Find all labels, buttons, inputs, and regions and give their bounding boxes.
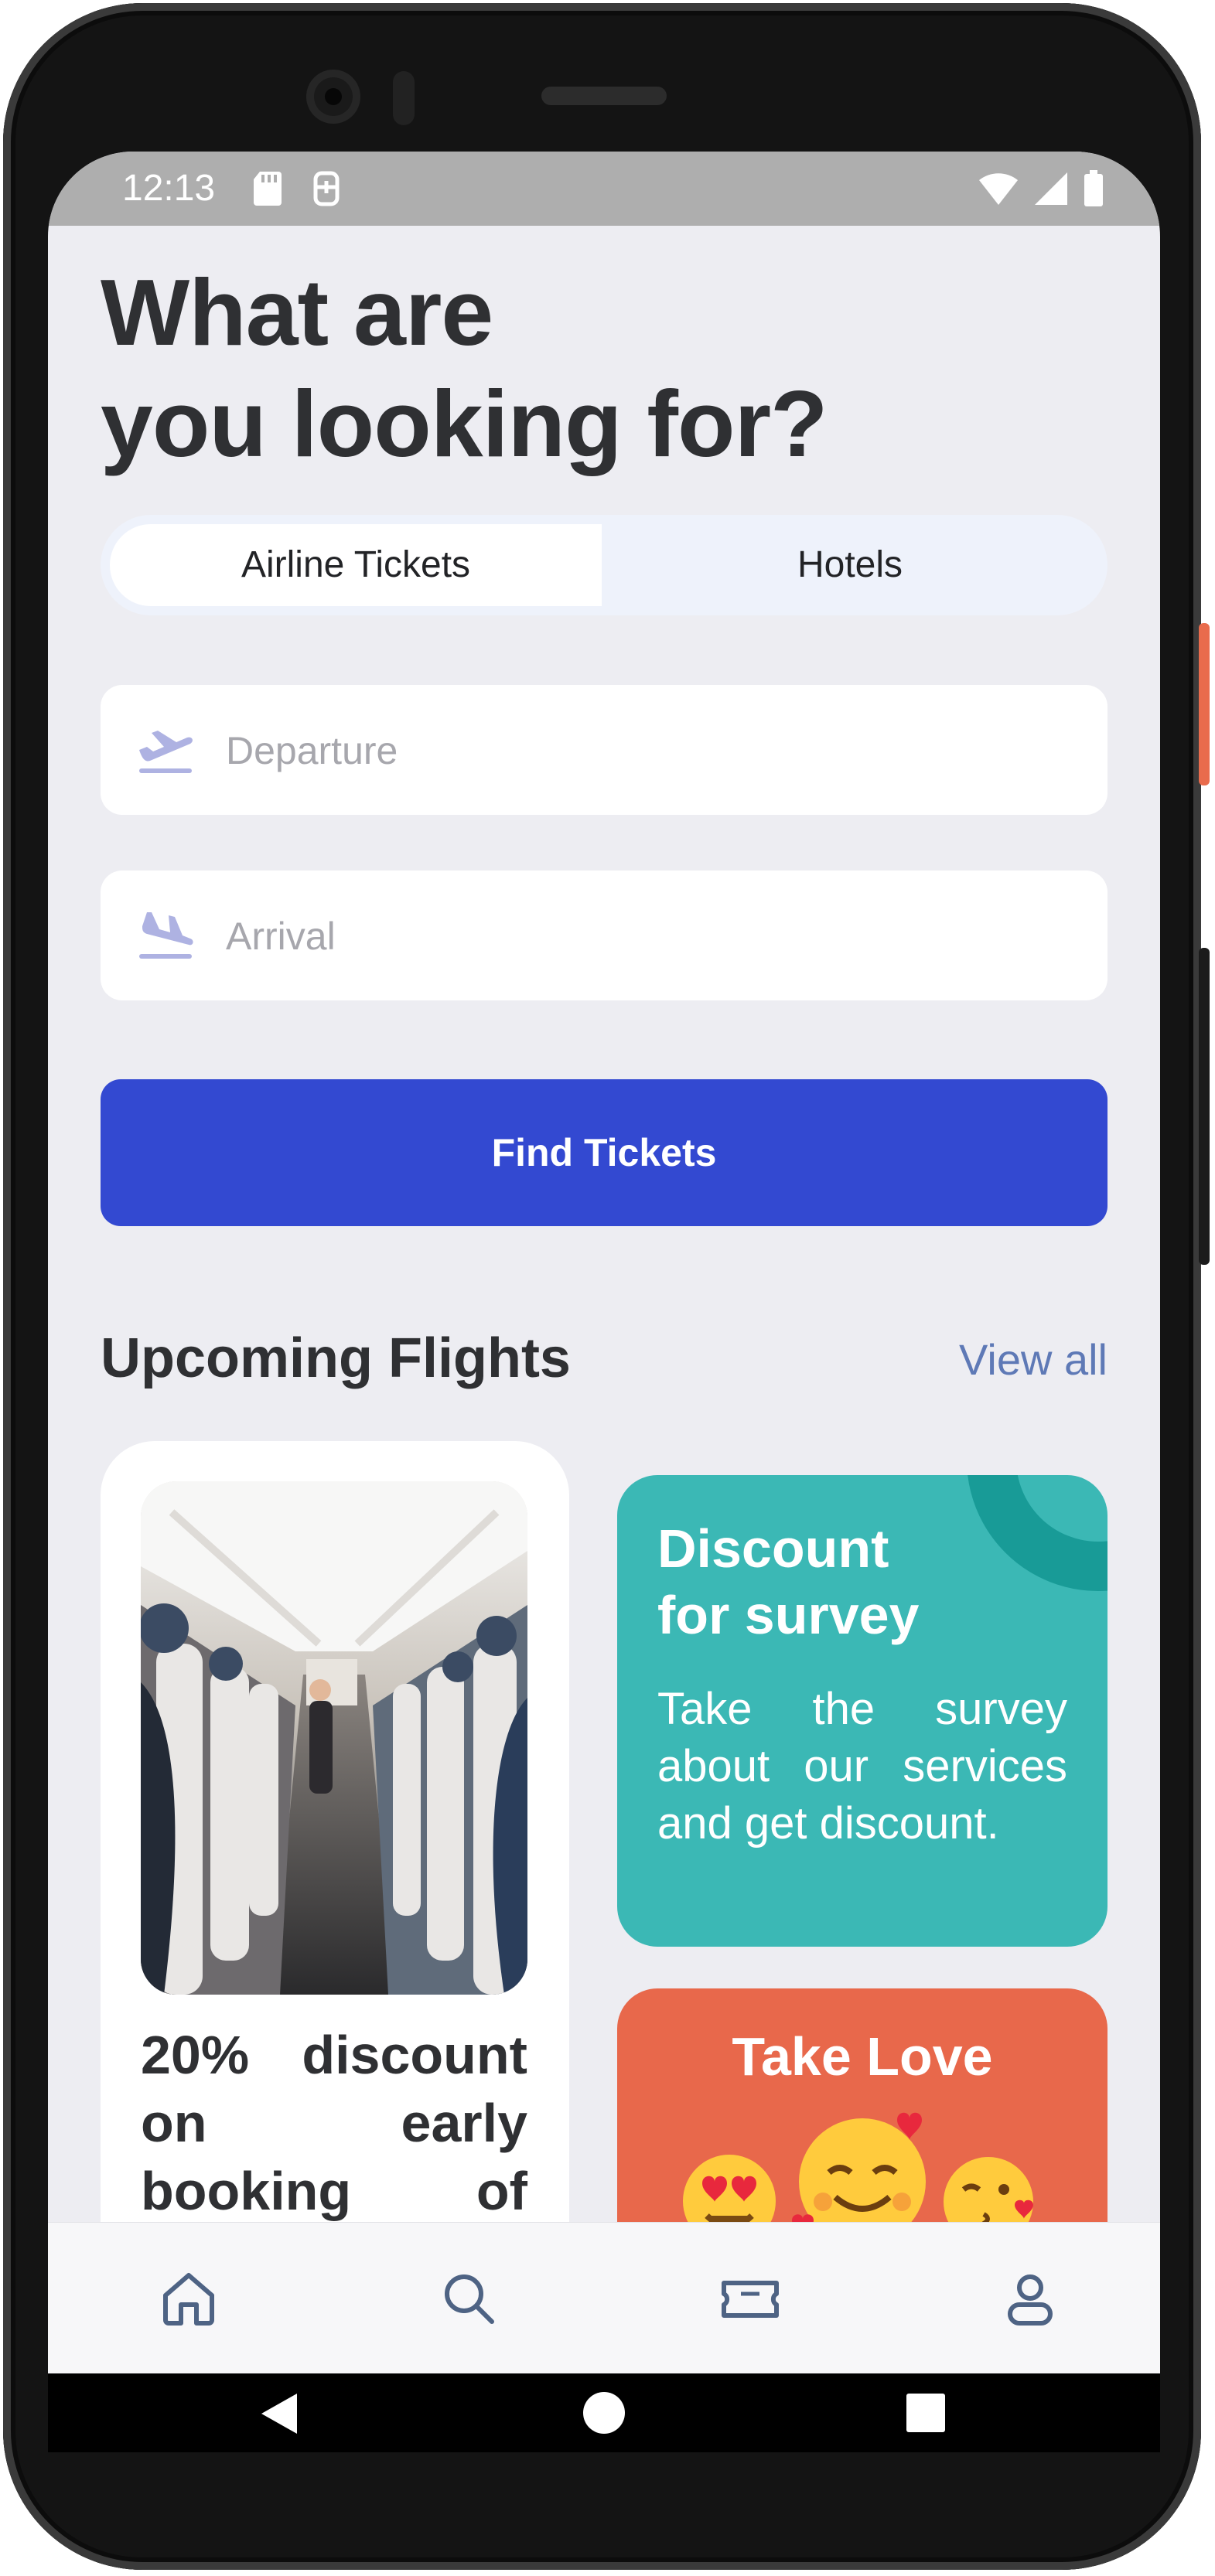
arrival-input[interactable] [224,871,1078,1002]
view-all-link[interactable]: View all [959,1334,1107,1385]
tab-hotels[interactable]: Hotels [602,515,1098,615]
survey-card-body: Take the survey about our services and g… [657,1684,1067,1849]
arrival-field[interactable] [101,871,1107,1002]
airplane-cabin-photo [141,1481,527,1995]
plane-landing-icon [136,909,195,962]
nav-profile[interactable] [993,2261,1067,2336]
main-content[interactable]: What are you looking for? Airline Ticket… [48,226,1160,2222]
discount-survey-card[interactable]: Discount for survey Take the survey abou… [617,1475,1107,1947]
battery-icon [1083,170,1104,211]
nav-tickets[interactable] [713,2261,787,2336]
wifi-icon [978,171,1019,210]
system-nav-bar [48,2373,1160,2452]
home-icon [163,2273,214,2326]
volume-button [1199,948,1210,1265]
search-type-tabs: Airline Tickets Hotels [101,515,1107,615]
signal-icon [1033,171,1069,210]
vpn-icon [311,170,342,211]
search-icon [445,2274,494,2324]
flight-offer-text: 20% discount on early booking of this [141,2025,527,2221]
home-circle-icon[interactable] [582,2390,626,2435]
nav-search[interactable] [432,2261,506,2336]
smiling-hearts-emoji-icon [792,2112,926,2222]
plane-takeoff-icon [136,724,195,776]
page-title: What are you looking for? [101,260,828,476]
proximity-sensor [393,71,415,125]
take-love-card[interactable]: Take Love [617,1988,1107,2222]
status-bar: 12:13 [48,152,1160,226]
heart-eyes-emoji-icon [683,2155,776,2222]
kissing-heart-emoji-icon [944,2157,1033,2222]
upcoming-flights-title: Upcoming Flights [101,1327,571,1389]
power-button [1199,623,1210,785]
profile-icon [1008,2274,1053,2326]
tab-airline-tickets[interactable]: Airline Tickets [110,515,602,615]
ticket-icon [722,2281,779,2318]
survey-card-title: Discount for survey [657,1518,920,1645]
front-camera [306,70,360,124]
take-love-title: Take Love [732,2026,993,2087]
flight-offer-card[interactable]: 20% discount on early booking of this [101,1441,569,2222]
screen: 12:13 What are you looking for? Airline … [48,152,1160,2452]
earpiece-speaker [541,87,667,105]
bottom-nav [48,2222,1160,2374]
recents-icon[interactable] [905,2392,947,2434]
departure-input[interactable] [224,685,1078,816]
departure-field[interactable] [101,685,1107,816]
find-tickets-button[interactable]: Find Tickets [101,1079,1107,1226]
sd-card-icon [252,170,283,211]
nav-home[interactable] [152,2261,226,2336]
status-time: 12:13 [122,168,216,209]
back-icon[interactable] [257,2390,300,2437]
